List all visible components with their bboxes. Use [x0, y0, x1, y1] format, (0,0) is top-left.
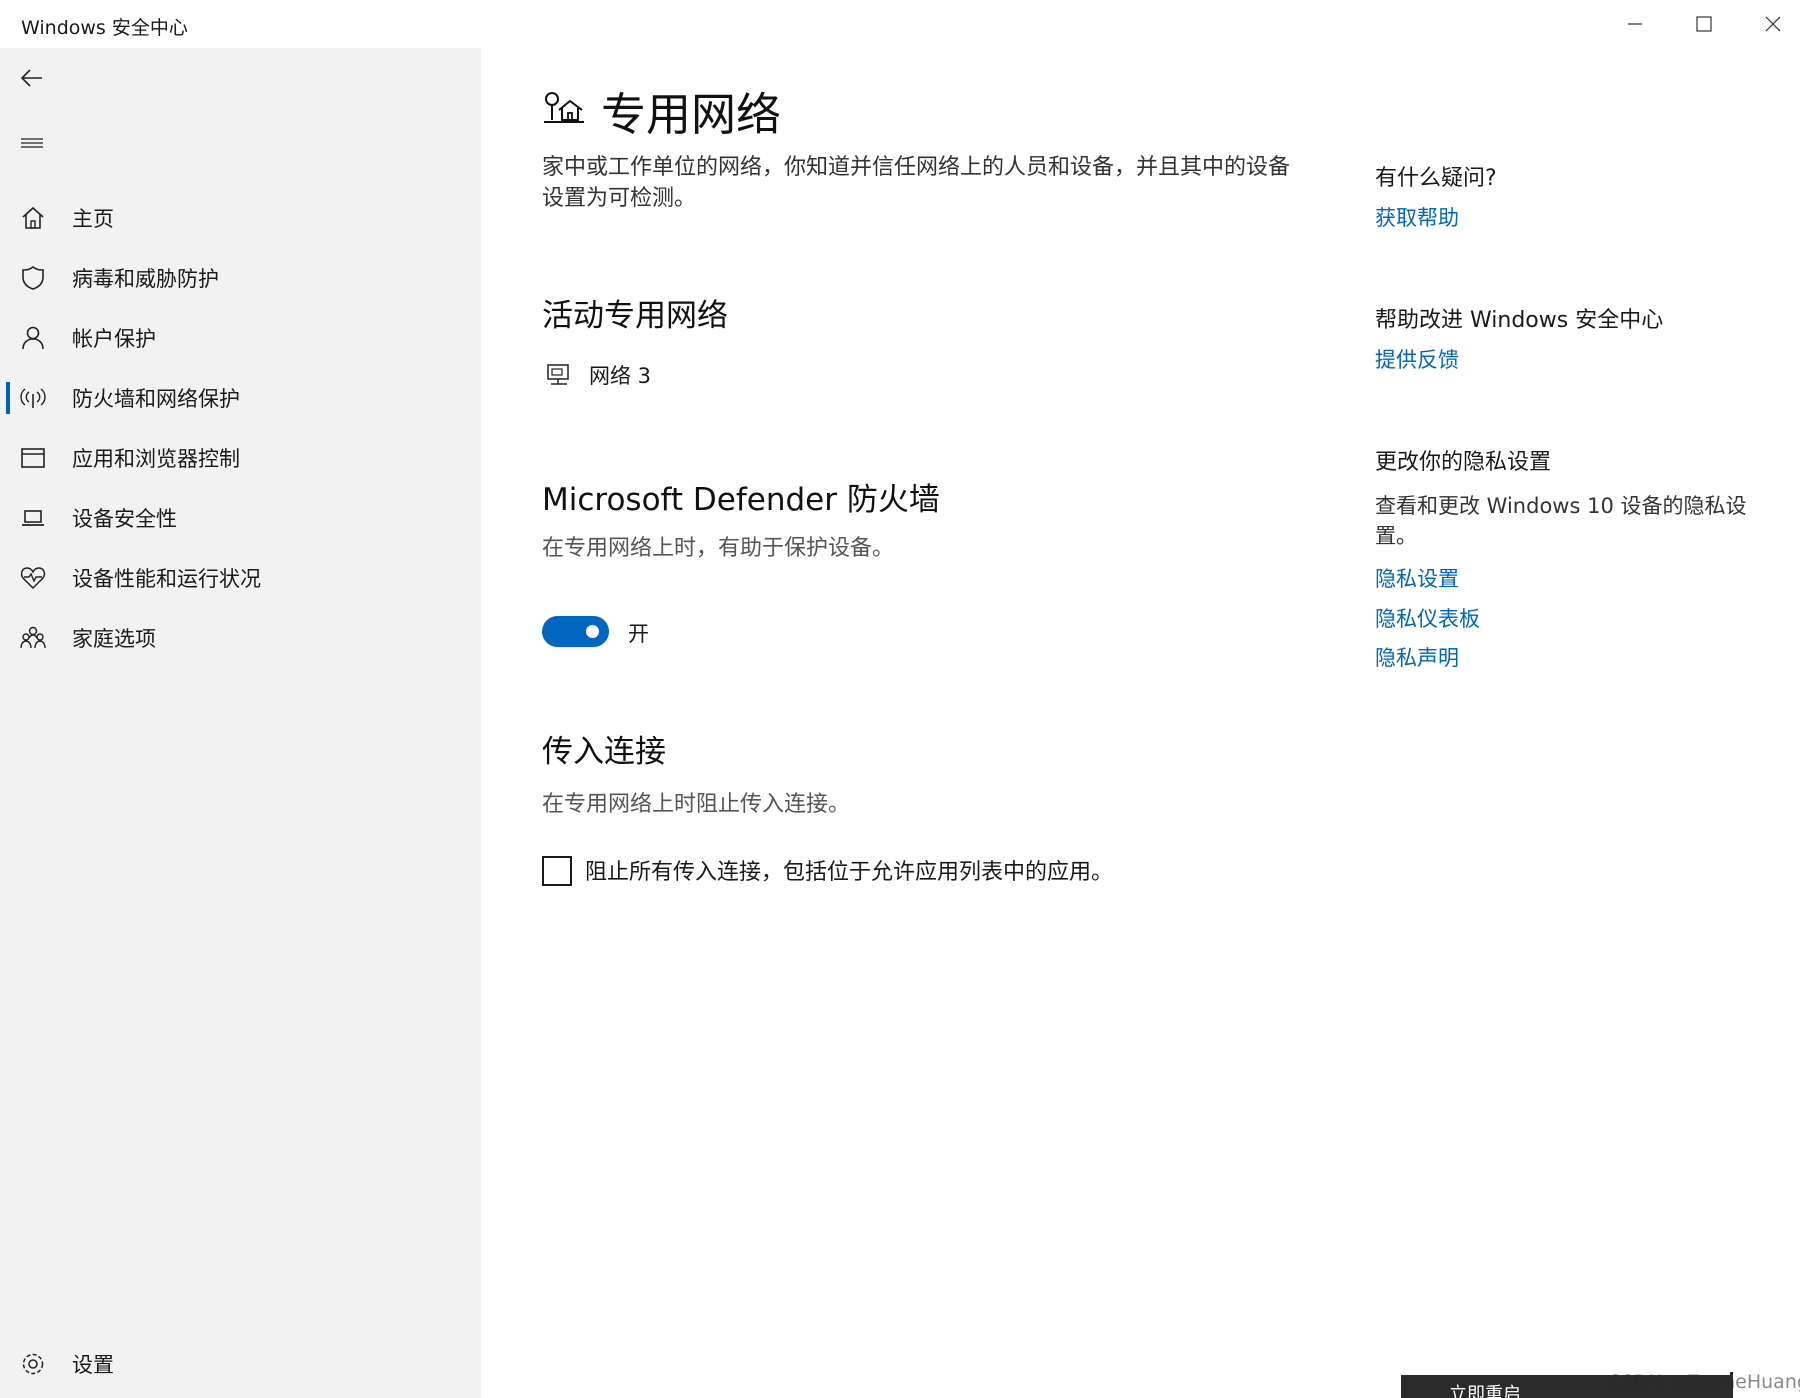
restart-now-label: 立即重启 [1449, 1384, 1521, 1398]
sidebar-item-label: 家庭选项 [72, 627, 156, 651]
network-name: 网络 3 [589, 364, 652, 388]
sidebar-item-app-browser-control[interactable]: 应用和浏览器控制 [0, 430, 481, 486]
heart-pulse-icon [18, 563, 48, 593]
privacy-heading: 更改你的隐私设置 [1375, 450, 1552, 475]
sidebar-item-label: 防火墙和网络保护 [72, 387, 240, 411]
network-item: 网络 3 [545, 360, 651, 390]
shield-icon [18, 263, 48, 293]
family-icon [18, 623, 48, 653]
get-help-link[interactable]: 获取帮助 [1375, 202, 1459, 232]
sidebar: 主页 病毒和威胁防护 帐户保护 防火墙和网络保护 应用和浏览器控制 设备安全性 … [0, 48, 481, 1398]
minimize-button[interactable] [1600, 0, 1669, 48]
privacy-description: 查看和更改 Windows 10 设备的隐私设置。 [1375, 494, 1747, 548]
sidebar-item-home[interactable]: 主页 [0, 190, 481, 246]
minimize-icon [1627, 23, 1642, 25]
menu-button[interactable] [14, 125, 50, 161]
close-button[interactable] [1738, 0, 1800, 48]
firewall-toggle[interactable] [542, 616, 609, 647]
privacy-statement-link[interactable]: 隐私声明 [1375, 642, 1459, 672]
sidebar-item-account-protection[interactable]: 帐户保护 [0, 310, 481, 366]
sidebar-item-device-security[interactable]: 设备安全性 [0, 490, 481, 546]
sidebar-item-settings[interactable]: 设置 [0, 1336, 481, 1392]
firewall-toggle-label: 开 [628, 622, 649, 646]
watermark: CSDN @ZayneHuang [1608, 1371, 1800, 1393]
sidebar-item-label: 设备性能和运行状况 [72, 567, 261, 591]
browser-window-icon [18, 443, 48, 473]
sidebar-item-label: 应用和浏览器控制 [72, 447, 240, 471]
toggle-knob [586, 625, 599, 638]
sidebar-item-family-options[interactable]: 家庭选项 [0, 610, 481, 666]
block-incoming-checkbox[interactable] [542, 856, 572, 886]
firewall-description: 在专用网络上时，有助于保护设备。 [542, 536, 895, 561]
back-button[interactable] [14, 60, 50, 96]
privacy-settings-link[interactable]: 隐私设置 [1375, 563, 1459, 593]
firewall-heading: Microsoft Defender 防火墙 [542, 482, 940, 518]
sidebar-item-firewall[interactable]: 防火墙和网络保护 [0, 370, 481, 426]
page-title: 专用网络 [601, 88, 782, 141]
window-title: Windows 安全中心 [21, 17, 188, 39]
wireless-icon [18, 383, 48, 413]
feedback-link[interactable]: 提供反馈 [1375, 344, 1459, 374]
sidebar-item-device-performance[interactable]: 设备性能和运行状况 [0, 550, 481, 606]
improve-heading: 帮助改进 Windows 安全中心 [1375, 308, 1664, 333]
page-description: 家中或工作单位的网络，你知道并信任网络上的人员和设备，并且其中的设备设置为可检测… [542, 155, 1291, 211]
close-icon [1765, 16, 1780, 32]
home-icon [18, 203, 48, 233]
maximize-icon [1695, 16, 1712, 32]
maximize-button[interactable] [1669, 0, 1738, 48]
sidebar-item-label: 设置 [72, 1353, 114, 1377]
gear-icon [18, 1349, 48, 1379]
network-monitor-icon [547, 364, 569, 385]
hamburger-icon [21, 138, 43, 148]
private-network-icon [544, 92, 584, 123]
sidebar-item-label: 设备安全性 [72, 507, 177, 531]
privacy-dashboard-link[interactable]: 隐私仪表板 [1375, 603, 1480, 633]
title-bar: Windows 安全中心 [0, 0, 1800, 48]
incoming-connections-heading: 传入连接 [542, 734, 666, 770]
sidebar-item-label: 帐户保护 [72, 327, 156, 351]
active-networks-heading: 活动专用网络 [542, 298, 728, 334]
block-incoming-label[interactable]: 阻止所有传入连接，包括位于允许应用列表中的应用。 [585, 854, 1113, 886]
question-heading: 有什么疑问? [1375, 166, 1497, 191]
person-icon [18, 323, 48, 353]
main-content: 专用网络 家中或工作单位的网络，你知道并信任网络上的人员和设备，并且其中的设备设… [481, 48, 1800, 1398]
sidebar-item-label: 主页 [72, 207, 114, 231]
back-arrow-icon [20, 69, 42, 87]
sidebar-item-label: 病毒和威胁防护 [72, 267, 219, 291]
sidebar-item-virus-protection[interactable]: 病毒和威胁防护 [0, 250, 481, 306]
laptop-icon [18, 503, 48, 533]
incoming-connections-description: 在专用网络上时阻止传入连接。 [542, 792, 851, 817]
